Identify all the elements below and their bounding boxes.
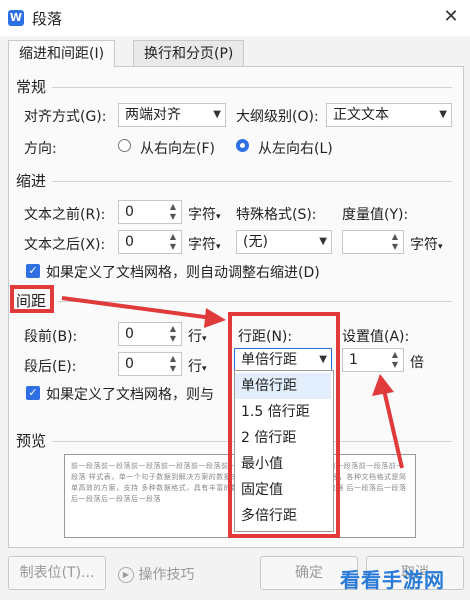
arrow-head [372,374,394,396]
watermark-logo: 看看手游网 [340,568,445,592]
annotation-arrows [61,296,404,469]
play-icon: ▶ [118,567,134,583]
tab-stops-button[interactable]: 制表位(T)... [8,556,106,590]
arrow-head [204,308,226,328]
arrow-to-setting-value [382,389,404,469]
tips-button[interactable]: ▶ 操作技巧 [118,564,194,584]
arrow-to-line-spacing [61,296,213,320]
tab-indent-spacing[interactable]: 缩进和间距(I) [8,40,116,68]
